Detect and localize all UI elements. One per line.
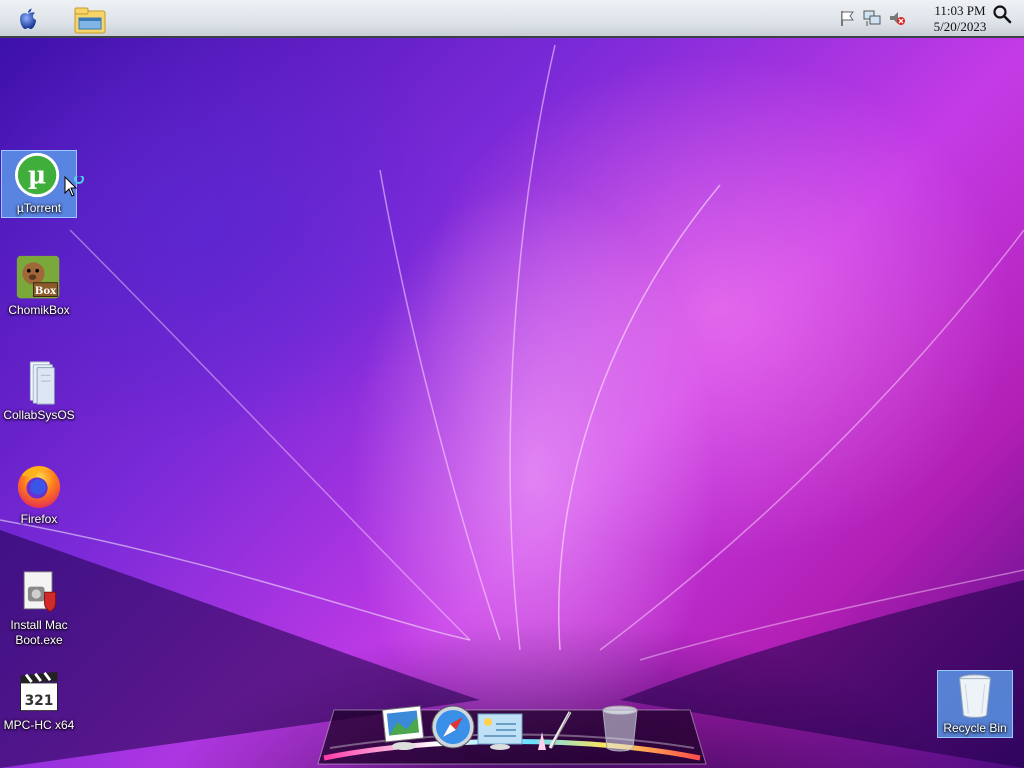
firefox-icon <box>17 465 61 509</box>
desktop-icon-recycle-bin[interactable]: Recycle Bin <box>937 670 1013 738</box>
mail-icon[interactable] <box>476 712 524 750</box>
recycle-bin-icon <box>959 674 991 718</box>
dock <box>312 700 712 768</box>
desktop-icon-install-mac-boot[interactable]: Install Mac Boot.exe <box>1 570 77 648</box>
installer-icon <box>23 571 57 613</box>
desktop-icon-label: MPC-HC x64 <box>3 718 75 732</box>
chomikbox-icon: Box <box>16 255 60 299</box>
preview-icon[interactable] <box>382 704 426 752</box>
svg-text:µ: µ <box>28 161 46 190</box>
chomikbox-badge: Box <box>35 285 57 297</box>
trash-icon[interactable] <box>600 704 640 754</box>
utorrent-icon: µ <box>14 152 60 198</box>
desktop-icon-label: Firefox <box>20 512 58 526</box>
wallpaper <box>0 44 1024 768</box>
flag-icon[interactable] <box>838 9 856 27</box>
label-line-1: Install Mac <box>10 618 68 632</box>
desktop-icon-collabsysos[interactable]: CollabSysOS <box>1 358 77 423</box>
mpc-hc-badge: 321 <box>25 693 54 709</box>
desktop-icon-label: Recycle Bin <box>943 721 1007 735</box>
desktop[interactable]: 11:03 PM 5/20/2023 µ µTorrent Box Chomik… <box>0 0 1024 768</box>
desktop-icon-label: CollabSysOS <box>3 408 75 422</box>
search-icon[interactable] <box>992 4 1012 24</box>
clock-time[interactable]: 11:03 PM <box>918 3 1002 19</box>
desktop-icon-firefox[interactable]: Firefox <box>1 462 77 527</box>
top-menu-bar: 11:03 PM 5/20/2023 <box>0 0 1024 38</box>
volume-muted-icon[interactable] <box>888 9 906 27</box>
brush-icon[interactable] <box>530 706 576 752</box>
safari-icon[interactable] <box>430 704 476 750</box>
label-line-2: Boot.exe <box>15 633 63 647</box>
desktop-icon-chomikbox[interactable]: Box ChomikBox <box>1 255 77 318</box>
mpc-hc-icon: 321 <box>20 671 58 712</box>
apple-icon[interactable] <box>16 7 40 31</box>
mouse-cursor-icon <box>64 176 84 197</box>
network-icon[interactable] <box>863 9 881 27</box>
clock-date[interactable]: 5/20/2023 <box>918 19 1002 35</box>
folder-icon <box>29 361 55 405</box>
desktop-icon-mpc-hc[interactable]: 321 MPC-HC x64 <box>1 670 77 733</box>
desktop-icon-label: ChomikBox <box>8 303 70 317</box>
desktop-icon-label: µTorrent <box>16 201 62 215</box>
desktop-icon-label: Install Mac Boot.exe <box>1 618 77 648</box>
file-explorer-icon[interactable] <box>73 5 107 35</box>
